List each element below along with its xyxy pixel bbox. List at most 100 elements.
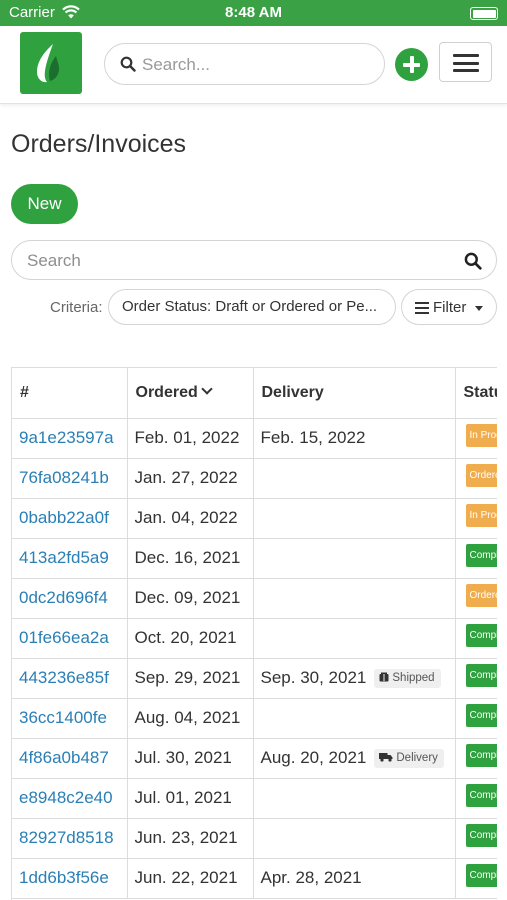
status-cell: Completed — [455, 538, 497, 579]
delivery-date: Sep. 30, 2021 — [260, 668, 367, 687]
ordered-date: Jul. 01, 2021 — [127, 778, 254, 819]
delivery-cell — [253, 538, 456, 579]
table-row[interactable]: e8948c2e40Jul. 01, 2021 Completed — [12, 778, 497, 819]
order-id-link[interactable]: 1dd6b3f56e — [12, 858, 128, 899]
status-badge: Completed — [465, 544, 497, 567]
order-id-link[interactable]: 0babb22a0f — [12, 498, 128, 539]
orders-search-input[interactable]: Search — [11, 240, 497, 280]
filter-label: Filter — [433, 299, 467, 316]
delivery-date: Aug. 20, 2021 — [260, 748, 367, 767]
column-header-id[interactable]: # — [12, 368, 128, 419]
table-row[interactable]: 9a1e23597a Feb. 01, 2022 Feb. 15, 2022 In P… — [12, 418, 497, 459]
delivery-cell: Apr. 28, 2021 — [253, 858, 456, 899]
status-badge: Completed — [465, 704, 497, 727]
table-row[interactable]: 4f86a0b487 Jul. 30, 2021 Aug. 20, 2021 Deli… — [12, 738, 497, 779]
truck-icon — [379, 752, 393, 765]
table-header-row: # Ordered Delivery Status — [12, 368, 497, 419]
global-search-input[interactable]: Search... — [104, 43, 385, 85]
table-row[interactable]: 76fa08241bJan. 27, 2022 Ordered — [12, 458, 497, 499]
delivery-tag: Shipped — [374, 669, 441, 688]
delivery-tag: Delivery — [374, 749, 444, 768]
global-search-placeholder: Search... — [142, 55, 211, 74]
battery-icon — [470, 7, 498, 20]
table-row[interactable]: 443236e85f Sep. 29, 2021 Sep. 30, 2021 Ship… — [12, 658, 497, 699]
search-icon[interactable] — [464, 252, 482, 275]
status-cell: Completed — [455, 738, 497, 779]
table-row[interactable]: 0dc2d696f4Dec. 09, 2021 Ordered — [12, 578, 497, 619]
status-cell: Completed — [455, 858, 497, 899]
status-badge: Completed — [465, 864, 497, 887]
status-badge: Completed — [465, 624, 497, 647]
ordered-date: Jun. 23, 2021 — [127, 818, 254, 859]
status-cell: In Progress — [455, 498, 497, 539]
order-id-link[interactable]: 76fa08241b — [12, 458, 128, 499]
status-cell: Completed — [455, 658, 497, 699]
delivery-cell — [253, 618, 456, 659]
filter-icon — [415, 302, 429, 317]
table-row[interactable]: 36cc1400feAug. 04, 2021 Completed — [12, 698, 497, 739]
ordered-date: Jun. 22, 2021 — [127, 858, 254, 899]
order-id-link[interactable]: 01fe66ea2a — [12, 618, 128, 659]
search-icon — [120, 56, 136, 77]
criteria-label: Criteria: — [50, 299, 103, 316]
delivery-cell — [253, 818, 456, 859]
page-title: Orders/Invoices — [11, 130, 187, 158]
column-header-status[interactable]: Status — [455, 368, 497, 419]
delivery-cell: Feb. 15, 2022 — [253, 418, 456, 459]
sort-chevron-icon — [201, 383, 213, 395]
status-badge: In Progress — [465, 504, 497, 527]
order-id-link[interactable]: 9a1e23597a — [12, 418, 128, 459]
add-button[interactable] — [395, 48, 428, 81]
status-badge: Completed — [465, 824, 497, 847]
order-id-link[interactable]: 443236e85f — [12, 658, 128, 699]
order-id-link[interactable]: 4f86a0b487 — [12, 738, 128, 779]
app-logo[interactable] — [20, 32, 82, 94]
top-navbar: Search... — [0, 26, 507, 104]
delivery-cell: Sep. 30, 2021 Shipped — [253, 658, 456, 699]
table-row[interactable]: 82927d8518Jun. 23, 2021 Completed — [12, 818, 497, 859]
status-badge: Ordered — [465, 464, 497, 487]
order-id-link[interactable]: 82927d8518 — [12, 818, 128, 859]
ordered-date: Jan. 27, 2022 — [127, 458, 254, 499]
status-cell: Completed — [455, 818, 497, 859]
delivery-date: Apr. 28, 2021 — [260, 868, 362, 887]
ordered-date: Oct. 20, 2021 — [127, 618, 254, 659]
status-badge: Completed — [465, 664, 497, 687]
status-badge: Completed — [465, 784, 497, 807]
new-order-button[interactable]: New — [11, 184, 78, 224]
table-row[interactable]: 0babb22a0fJan. 04, 2022 In Progress — [12, 498, 497, 539]
status-cell: Ordered — [455, 458, 497, 499]
ordered-date: Aug. 04, 2021 — [127, 698, 254, 739]
orders-table: # Ordered Delivery Status 9a1e23597aFeb.… — [11, 367, 497, 900]
order-id-link[interactable]: 36cc1400fe — [12, 698, 128, 739]
ordered-date: Sep. 29, 2021 — [127, 658, 254, 699]
ordered-date: Dec. 16, 2021 — [127, 538, 254, 579]
criteria-pill[interactable]: Order Status: Draft or Ordered or Pe... — [108, 289, 396, 325]
clock: 8:48 AM — [225, 4, 282, 21]
order-id-link[interactable]: 0dc2d696f4 — [12, 578, 128, 619]
status-cell: Completed — [455, 698, 497, 739]
status-cell: Completed — [455, 778, 497, 819]
order-id-link[interactable]: e8948c2e40 — [12, 778, 128, 819]
ordered-date: Feb. 01, 2022 — [127, 418, 254, 459]
status-badge: Ordered — [465, 584, 497, 607]
status-cell: In Progress — [455, 418, 497, 459]
table-row[interactable]: 1dd6b3f56e Jun. 22, 2021 Apr. 28, 2021 Comp… — [12, 858, 497, 899]
status-bar: Carrier 8:48 AM — [0, 0, 507, 26]
ordered-date: Jan. 04, 2022 — [127, 498, 254, 539]
hamburger-menu-button[interactable] — [439, 42, 492, 82]
column-header-delivery[interactable]: Delivery — [253, 368, 456, 419]
order-id-link[interactable]: 413a2fd5a9 — [12, 538, 128, 579]
status-cell: Ordered — [455, 578, 497, 619]
filter-button[interactable]: Filter — [401, 289, 497, 325]
hamburger-menu-icon — [453, 54, 479, 57]
orders-search-placeholder: Search — [27, 251, 81, 270]
table-row[interactable]: 413a2fd5a9Dec. 16, 2021 Completed — [12, 538, 497, 579]
caret-down-icon — [475, 306, 483, 311]
table-row[interactable]: 01fe66ea2aOct. 20, 2021 Completed — [12, 618, 497, 659]
delivery-cell — [253, 458, 456, 499]
ordered-date: Jul. 30, 2021 — [127, 738, 254, 779]
delivery-cell: Aug. 20, 2021 Delivery — [253, 738, 456, 779]
delivery-cell — [253, 698, 456, 739]
column-header-ordered[interactable]: Ordered — [127, 368, 254, 419]
